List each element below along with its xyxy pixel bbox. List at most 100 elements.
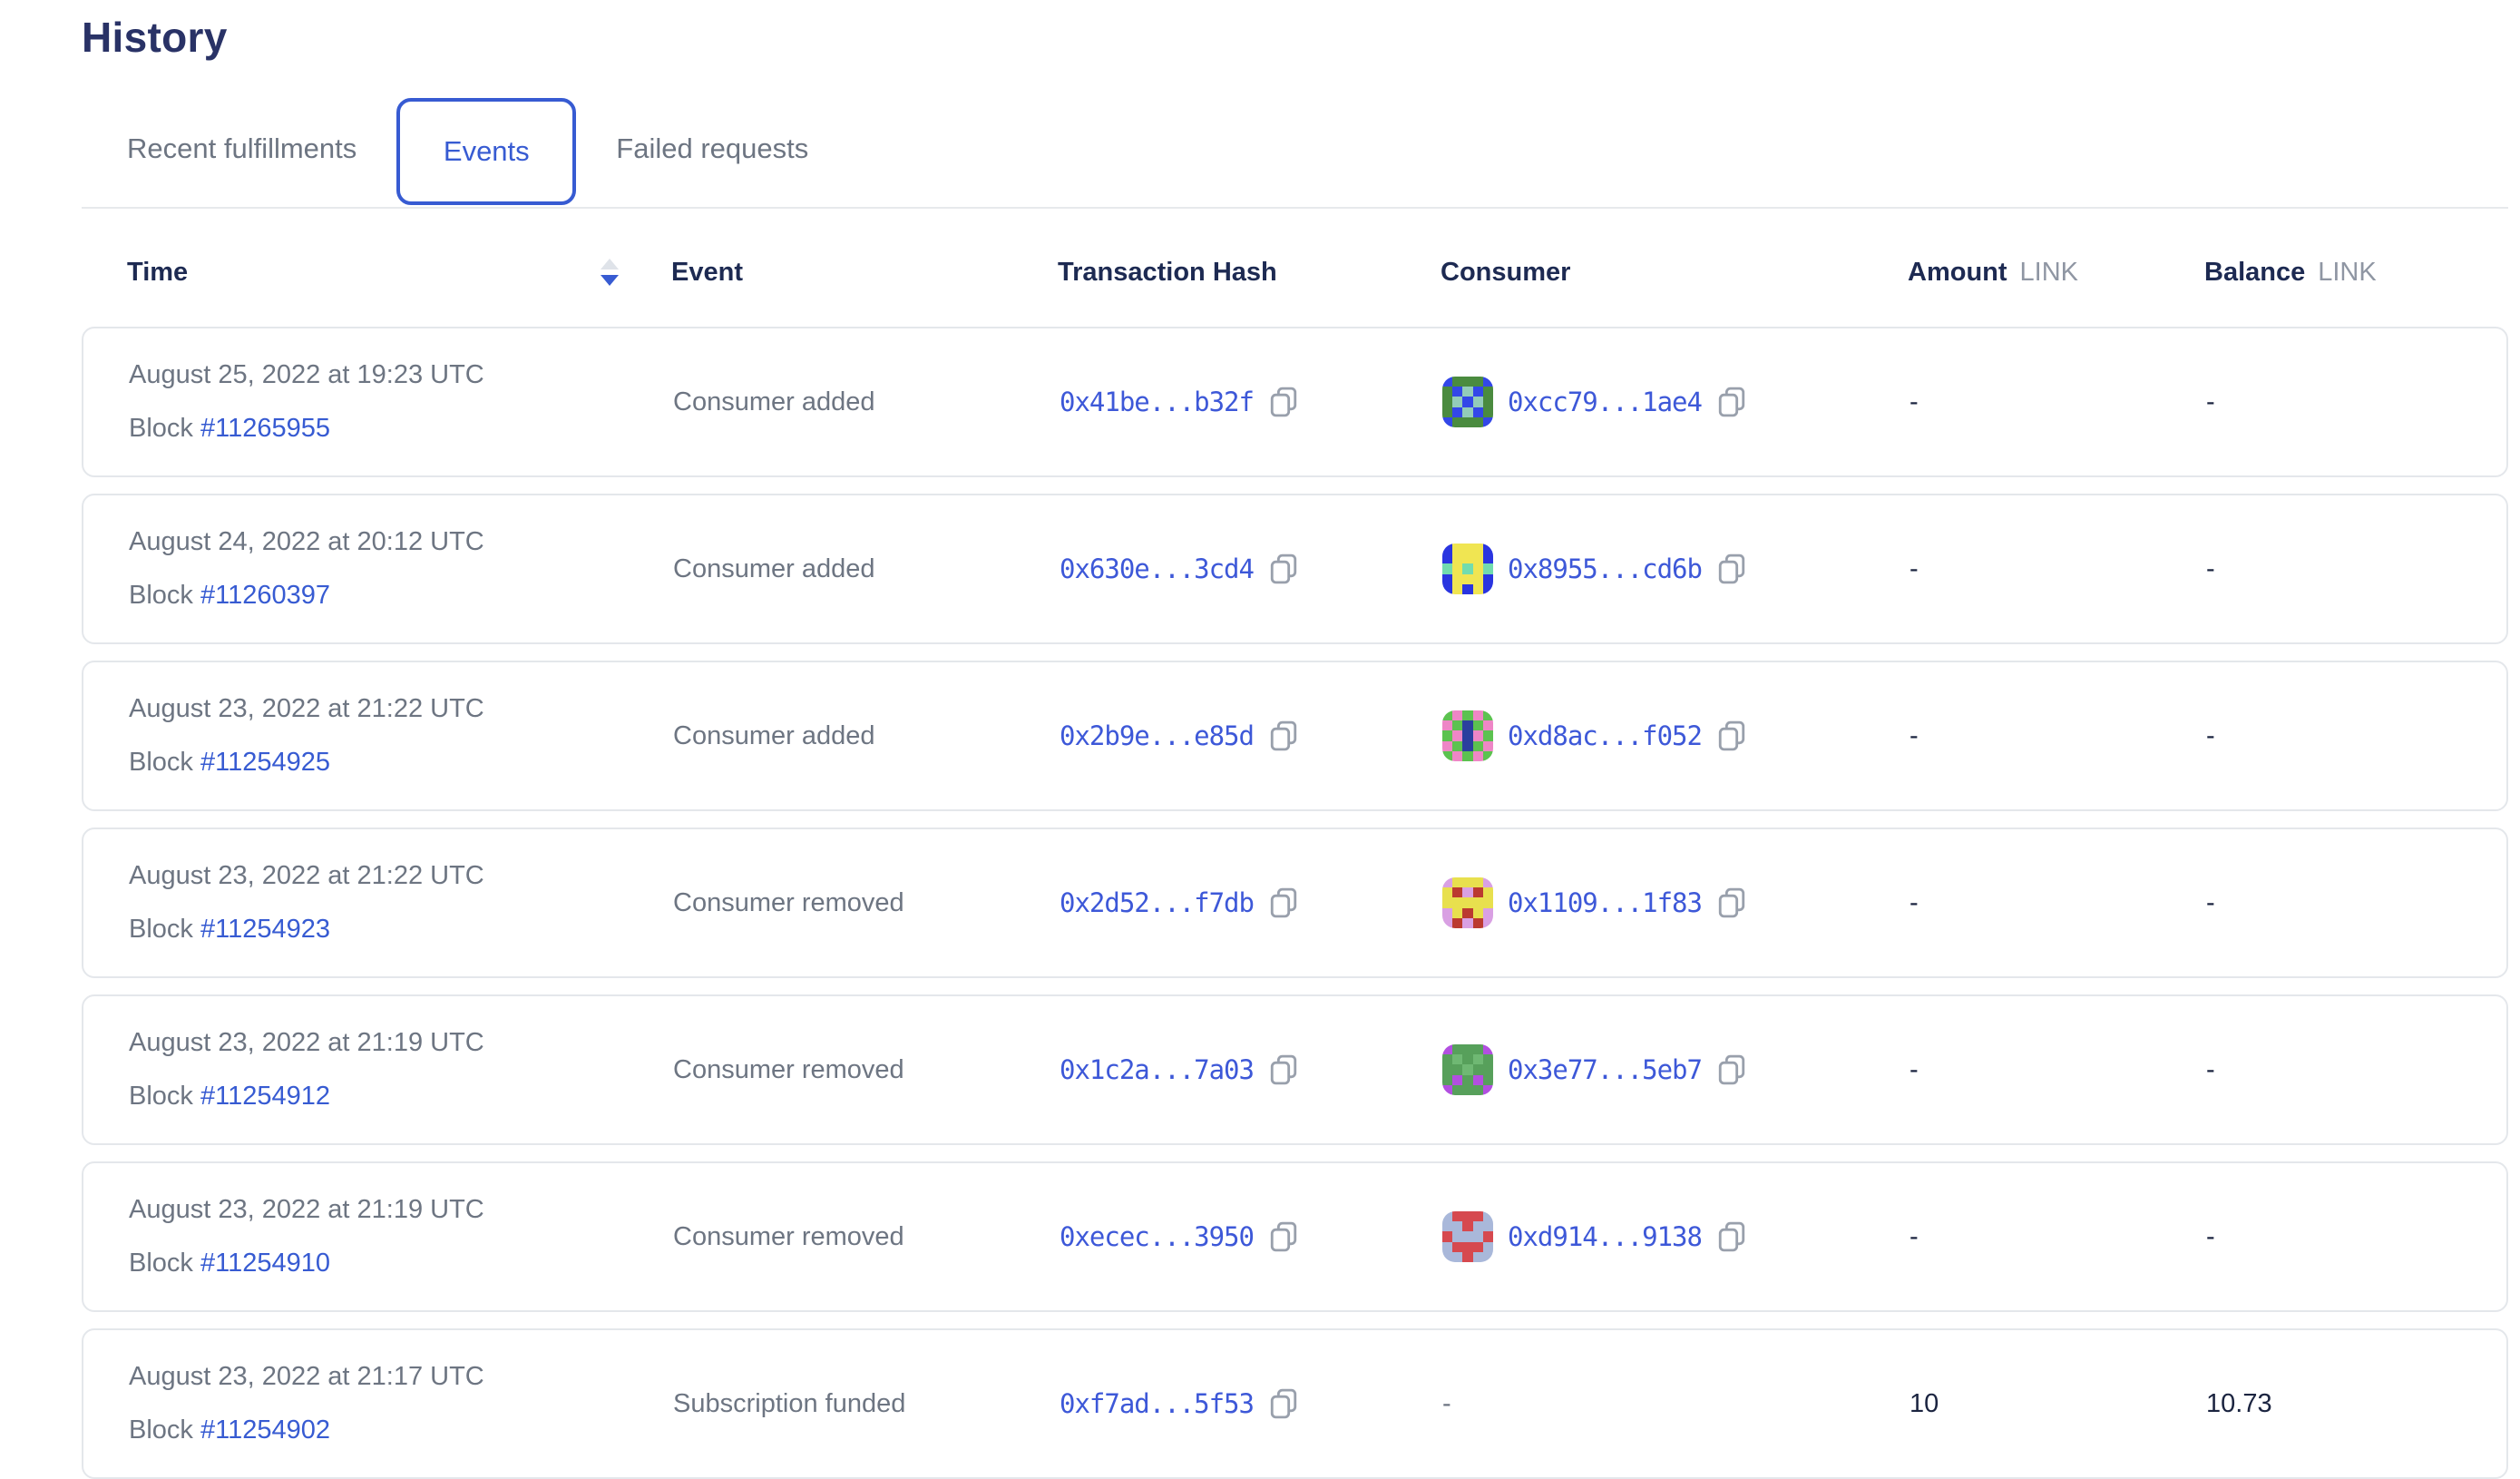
consumer-cell: 0x1109...1f83 bbox=[1442, 877, 1910, 928]
copy-icon[interactable] bbox=[1268, 1053, 1299, 1087]
tab-bar: Recent fulfillments Events Failed reques… bbox=[82, 91, 2508, 209]
consumer-address-link[interactable]: 0xd8ac...f052 bbox=[1508, 720, 1702, 751]
balance-cell: - bbox=[2206, 387, 2506, 417]
transaction-hash-link[interactable]: 0x41be...b32f bbox=[1060, 387, 1254, 417]
tab-events-label: Events bbox=[444, 135, 530, 168]
table-body: August 25, 2022 at 19:23 UTC Block #1126… bbox=[82, 327, 2508, 1479]
block-line: Block #11254923 bbox=[129, 915, 673, 945]
transaction-hash-cell: 0x2b9e...e85d bbox=[1060, 719, 1442, 753]
block-label: Block bbox=[129, 748, 193, 777]
block-link[interactable]: #11254910 bbox=[200, 1249, 330, 1278]
copy-icon[interactable] bbox=[1716, 719, 1747, 753]
block-line: Block #11254912 bbox=[129, 1082, 673, 1112]
copy-icon[interactable] bbox=[1716, 1053, 1747, 1087]
copy-icon[interactable] bbox=[1268, 552, 1299, 586]
copy-icon[interactable] bbox=[1268, 886, 1299, 920]
time-cell: August 23, 2022 at 21:22 UTC Block #1125… bbox=[129, 694, 673, 778]
page-title: History bbox=[82, 13, 2508, 62]
consumer-avatar bbox=[1442, 1044, 1493, 1095]
copy-icon[interactable] bbox=[1716, 385, 1747, 419]
time-cell: August 24, 2022 at 20:12 UTC Block #1126… bbox=[129, 527, 673, 611]
block-link[interactable]: #11260397 bbox=[200, 581, 330, 610]
time-cell: August 23, 2022 at 21:17 UTC Block #1125… bbox=[129, 1362, 673, 1445]
consumer-address-link[interactable]: 0x8955...cd6b bbox=[1508, 553, 1702, 584]
block-link[interactable]: #11254923 bbox=[200, 915, 330, 944]
transaction-hash-cell: 0x630e...3cd4 bbox=[1060, 552, 1442, 586]
balance-cell: - bbox=[2206, 888, 2506, 918]
column-header-time-label: Time bbox=[127, 258, 188, 288]
row-date: August 23, 2022 at 21:22 UTC bbox=[129, 861, 673, 891]
sort-desc-icon bbox=[601, 275, 619, 286]
event-cell: Consumer removed bbox=[673, 1222, 1060, 1252]
block-line: Block #11254925 bbox=[129, 748, 673, 778]
consumer-avatar bbox=[1442, 544, 1493, 594]
transaction-hash-cell: 0x41be...b32f bbox=[1060, 385, 1442, 419]
transaction-hash-link[interactable]: 0x1c2a...7a03 bbox=[1060, 1054, 1254, 1085]
time-cell: August 23, 2022 at 21:19 UTC Block #1125… bbox=[129, 1028, 673, 1112]
balance-cell: - bbox=[2206, 721, 2506, 751]
event-cell: Consumer removed bbox=[673, 888, 1060, 918]
block-line: Block #11254902 bbox=[129, 1415, 673, 1445]
column-header-amount[interactable]: Amount LINK bbox=[1908, 258, 2204, 288]
copy-icon[interactable] bbox=[1268, 719, 1299, 753]
consumer-cell: - bbox=[1442, 1389, 1910, 1419]
transaction-hash-cell: 0xecec...3950 bbox=[1060, 1219, 1442, 1254]
block-line: Block #11265955 bbox=[129, 414, 673, 444]
block-line: Block #11260397 bbox=[129, 581, 673, 611]
copy-icon[interactable] bbox=[1716, 886, 1747, 920]
column-header-amount-label: Amount bbox=[1908, 258, 2007, 288]
block-link[interactable]: #11254912 bbox=[200, 1082, 330, 1111]
copy-icon[interactable] bbox=[1268, 1219, 1299, 1254]
amount-cell: - bbox=[1910, 554, 2206, 584]
event-cell: Consumer added bbox=[673, 387, 1060, 417]
column-header-balance[interactable]: Balance LINK bbox=[2204, 258, 2508, 288]
amount-cell: - bbox=[1910, 387, 2206, 417]
consumer-address-link[interactable]: - bbox=[1442, 1389, 1451, 1419]
row-date: August 23, 2022 at 21:19 UTC bbox=[129, 1028, 673, 1058]
transaction-hash-link[interactable]: 0x2b9e...e85d bbox=[1060, 720, 1254, 751]
transaction-hash-link[interactable]: 0xf7ad...5f53 bbox=[1060, 1388, 1254, 1419]
tab-failed-requests[interactable]: Failed requests bbox=[616, 132, 808, 165]
transaction-hash-cell: 0x1c2a...7a03 bbox=[1060, 1053, 1442, 1087]
amount-cell: - bbox=[1910, 1055, 2206, 1085]
tab-recent-fulfillments[interactable]: Recent fulfillments bbox=[127, 132, 357, 165]
tab-events[interactable]: Events bbox=[396, 98, 576, 205]
amount-cell: - bbox=[1910, 888, 2206, 918]
consumer-avatar bbox=[1442, 710, 1493, 761]
block-link[interactable]: #11265955 bbox=[200, 414, 330, 443]
copy-icon[interactable] bbox=[1268, 1386, 1299, 1421]
block-link[interactable]: #11254925 bbox=[200, 748, 330, 777]
consumer-cell: 0x8955...cd6b bbox=[1442, 544, 1910, 594]
table-header: Time Event Transaction Hash Consumer Amo… bbox=[127, 254, 2508, 290]
column-header-consumer[interactable]: Consumer bbox=[1441, 258, 1908, 288]
column-header-transaction-hash[interactable]: Transaction Hash bbox=[1058, 258, 1441, 288]
amount-cell: 10 bbox=[1910, 1389, 2206, 1419]
sort-icon[interactable] bbox=[601, 259, 619, 286]
event-cell: Consumer added bbox=[673, 721, 1060, 751]
amount-cell: - bbox=[1910, 721, 2206, 751]
column-header-time[interactable]: Time bbox=[127, 258, 671, 288]
block-label: Block bbox=[129, 414, 193, 443]
sort-asc-icon bbox=[601, 259, 619, 269]
time-cell: August 23, 2022 at 21:22 UTC Block #1125… bbox=[129, 861, 673, 945]
amount-cell: - bbox=[1910, 1222, 2206, 1252]
column-header-balance-label: Balance bbox=[2204, 258, 2305, 288]
copy-icon[interactable] bbox=[1716, 1219, 1747, 1254]
table-row: August 24, 2022 at 20:12 UTC Block #1126… bbox=[82, 494, 2508, 644]
block-label: Block bbox=[129, 1415, 193, 1445]
balance-cell: - bbox=[2206, 1055, 2506, 1085]
transaction-hash-link[interactable]: 0x2d52...f7db bbox=[1060, 887, 1254, 918]
event-cell: Subscription funded bbox=[673, 1389, 1060, 1419]
consumer-address-link[interactable]: 0x3e77...5eb7 bbox=[1508, 1054, 1702, 1085]
transaction-hash-link[interactable]: 0x630e...3cd4 bbox=[1060, 553, 1254, 584]
consumer-address-link[interactable]: 0xd914...9138 bbox=[1508, 1221, 1702, 1252]
block-link[interactable]: #11254902 bbox=[200, 1415, 330, 1445]
row-date: August 23, 2022 at 21:22 UTC bbox=[129, 694, 673, 724]
consumer-address-link[interactable]: 0x1109...1f83 bbox=[1508, 887, 1702, 918]
transaction-hash-link[interactable]: 0xecec...3950 bbox=[1060, 1221, 1254, 1252]
copy-icon[interactable] bbox=[1716, 552, 1747, 586]
consumer-address-link[interactable]: 0xcc79...1ae4 bbox=[1508, 387, 1702, 417]
consumer-avatar bbox=[1442, 377, 1493, 427]
copy-icon[interactable] bbox=[1268, 385, 1299, 419]
column-header-event[interactable]: Event bbox=[671, 258, 1058, 288]
